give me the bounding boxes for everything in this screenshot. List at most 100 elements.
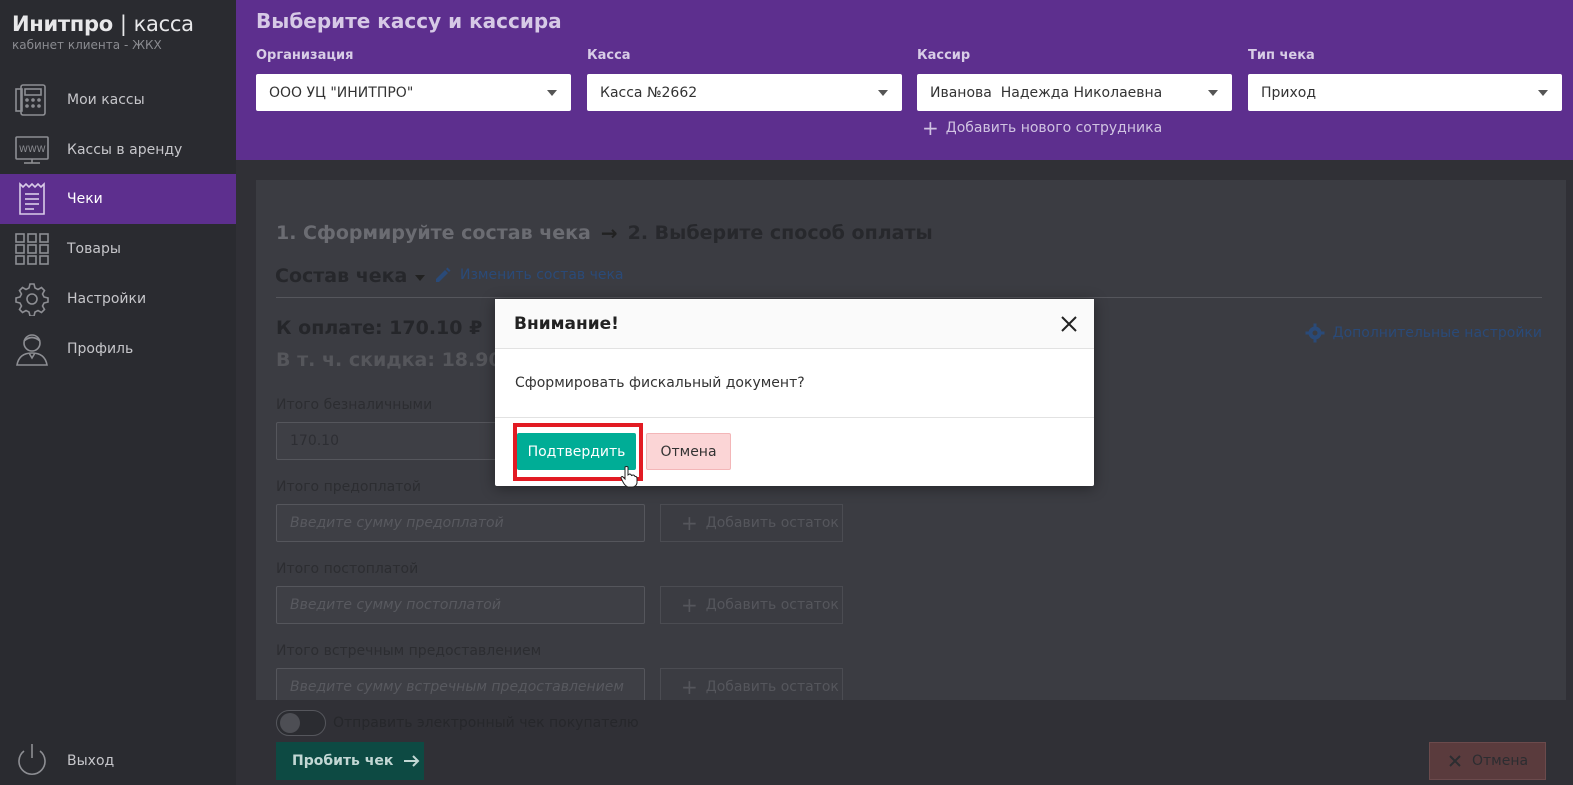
- sidebar-item-label: Мои кассы: [67, 92, 145, 108]
- add-rest-label: Добавить остаток: [705, 679, 839, 695]
- cancel-receipt-button[interactable]: Отмена: [1429, 742, 1546, 780]
- cashier-value: Иванова Надежда Николаевна: [930, 84, 1163, 101]
- caret-down-icon: [415, 274, 426, 281]
- step-1[interactable]: 1. Сформируйте состав чека: [276, 222, 591, 244]
- prepay-label: Итого предоплатой: [276, 479, 421, 495]
- register-field: Касса Касса №2662: [587, 48, 902, 111]
- toggle-knob: [280, 713, 300, 733]
- send-receipt-toggle[interactable]: [276, 710, 326, 736]
- close-icon: [1449, 755, 1461, 767]
- caret-down-icon: [547, 90, 557, 96]
- brand: Инитпро | касса кабинет клиента - ЖКХ: [12, 12, 194, 52]
- to-pay-amount: К оплате: 170.10 ₽: [276, 317, 483, 339]
- gear-icon: [15, 283, 49, 316]
- add-rest-label: Добавить остаток: [705, 515, 839, 531]
- add-employee-link[interactable]: + Добавить нового сотрудника: [922, 116, 1163, 140]
- postpay-label: Итого постоплатой: [276, 561, 419, 577]
- confirm-dialog: Внимание! Сформировать фискальный докуме…: [495, 299, 1094, 486]
- add-rest-label: Добавить остаток: [705, 597, 839, 613]
- sidebar-item-label: Кассы в аренду: [67, 142, 183, 158]
- user-icon: [16, 334, 48, 366]
- sidebar-item-goods[interactable]: Товары: [0, 224, 236, 274]
- dialog-body: Сформировать фискальный документ?: [495, 349, 1094, 418]
- receipt-type-value: Приход: [1261, 84, 1317, 101]
- print-receipt-label: Пробить чек: [292, 753, 394, 769]
- divider: [276, 297, 1542, 298]
- organization-caption: Организация: [256, 48, 354, 63]
- dialog-header: Внимание!: [495, 299, 1094, 349]
- register-caption: Касса: [587, 48, 631, 63]
- counter-label: Итого встречным предоставлением: [276, 643, 542, 659]
- cashier-field: Кассир Иванова Надежда Николаевна: [917, 48, 1232, 111]
- sidebar-item-receipts[interactable]: Чеки: [0, 174, 236, 224]
- organization-value: ООО УЦ "ИНИТПРО": [269, 84, 414, 101]
- advanced-settings-link[interactable]: Дополнительные настройки: [1305, 323, 1542, 343]
- plus-icon: +: [922, 116, 939, 140]
- pencil-icon: [436, 267, 451, 282]
- grid-icon: [15, 233, 49, 265]
- hand-cursor-icon: [620, 466, 638, 488]
- send-receipt-label: Отправить электронный чек покупателю: [333, 715, 639, 731]
- power-icon: [18, 744, 46, 776]
- plus-icon: +: [681, 593, 698, 617]
- plus-icon: +: [681, 511, 698, 535]
- arrow-right-icon: [404, 755, 420, 767]
- postpay-input[interactable]: Введите сумму постоплатой: [276, 586, 645, 624]
- app: Инитпро | касса кабинет клиента - ЖКХ Мо…: [0, 0, 1573, 785]
- dialog-title: Внимание!: [514, 314, 619, 334]
- svg-text:WWW: WWW: [19, 145, 46, 155]
- arrow-right-icon: →: [600, 221, 618, 245]
- sidebar-item-my-registers[interactable]: Мои кассы: [0, 75, 236, 125]
- page-title: Выберите кассу и кассира: [256, 9, 562, 33]
- sidebar-item-label: Настройки: [67, 291, 147, 307]
- plus-icon: +: [681, 675, 698, 699]
- discount-amount: В т. ч. скидка: 18.90 ₽: [276, 349, 522, 371]
- print-receipt-button[interactable]: Пробить чек: [276, 742, 424, 780]
- confirm-button[interactable]: Подтвердить: [517, 433, 636, 470]
- organization-select[interactable]: ООО УЦ "ИНИТПРО": [256, 74, 571, 111]
- www-icon: WWW: [15, 136, 49, 164]
- sidebar: Инитпро | касса кабинет клиента - ЖКХ Мо…: [0, 0, 236, 785]
- advanced-settings-label: Дополнительные настройки: [1332, 325, 1542, 341]
- organization-field: Организация ООО УЦ "ИНИТПРО": [256, 48, 571, 111]
- edit-composition-label: Изменить состав чека: [460, 267, 624, 283]
- composition-toggle[interactable]: Состав чека: [275, 265, 426, 287]
- brand-subtitle: кабинет клиента - ЖКХ: [12, 38, 162, 52]
- receipt-icon: [19, 182, 45, 215]
- cashier-select[interactable]: Иванова Надежда Николаевна: [917, 74, 1232, 111]
- cashless-label: Итого безналичными: [276, 397, 433, 413]
- steps-breadcrumb: 1. Сформируйте состав чека → 2. Выберите…: [276, 221, 933, 245]
- receipt-type-field: Тип чека Приход: [1248, 48, 1562, 111]
- add-rest-button[interactable]: + Добавить остаток: [660, 586, 843, 624]
- sidebar-item-settings[interactable]: Настройки: [0, 274, 236, 324]
- receipt-type-caption: Тип чека: [1248, 48, 1315, 63]
- close-icon[interactable]: [1058, 313, 1080, 335]
- brand-title: Инитпро | касса: [12, 12, 194, 36]
- footer-bar: [236, 700, 1573, 785]
- cashier-caption: Кассир: [917, 48, 971, 63]
- header: Выберите кассу и кассира Организация ООО…: [236, 0, 1573, 160]
- sidebar-item-profile[interactable]: Профиль: [0, 324, 236, 374]
- brand-product: касса: [133, 12, 194, 36]
- add-rest-button[interactable]: + Добавить остаток: [660, 504, 843, 542]
- edit-composition-link[interactable]: Изменить состав чека: [434, 266, 624, 284]
- register-select[interactable]: Касса №2662: [587, 74, 902, 111]
- add-employee-label: Добавить нового сотрудника: [945, 120, 1163, 136]
- receipt-type-select[interactable]: Приход: [1248, 74, 1562, 111]
- logout-button[interactable]: Выход: [0, 738, 236, 784]
- step-2: 2. Выберите способ оплаты: [627, 222, 933, 244]
- sidebar-item-rent-registers[interactable]: WWW Кассы в аренду: [0, 125, 236, 175]
- cancel-button[interactable]: Отмена: [646, 433, 731, 470]
- cancel-receipt-label: Отмена: [1472, 753, 1529, 769]
- prepay-input[interactable]: Введите сумму предоплатой: [276, 504, 645, 542]
- gear-icon: [1305, 323, 1325, 343]
- sidebar-item-label: Чеки: [67, 191, 103, 207]
- caret-down-icon: [1538, 90, 1548, 96]
- caret-down-icon: [1208, 90, 1218, 96]
- composition-title: Состав чека: [275, 265, 408, 287]
- sidebar-item-label: Товары: [67, 241, 121, 257]
- logout-label: Выход: [67, 753, 115, 769]
- brand-name: Инитпро: [12, 12, 113, 36]
- brand-separator: |: [119, 12, 127, 36]
- cash-register-icon: [15, 84, 46, 116]
